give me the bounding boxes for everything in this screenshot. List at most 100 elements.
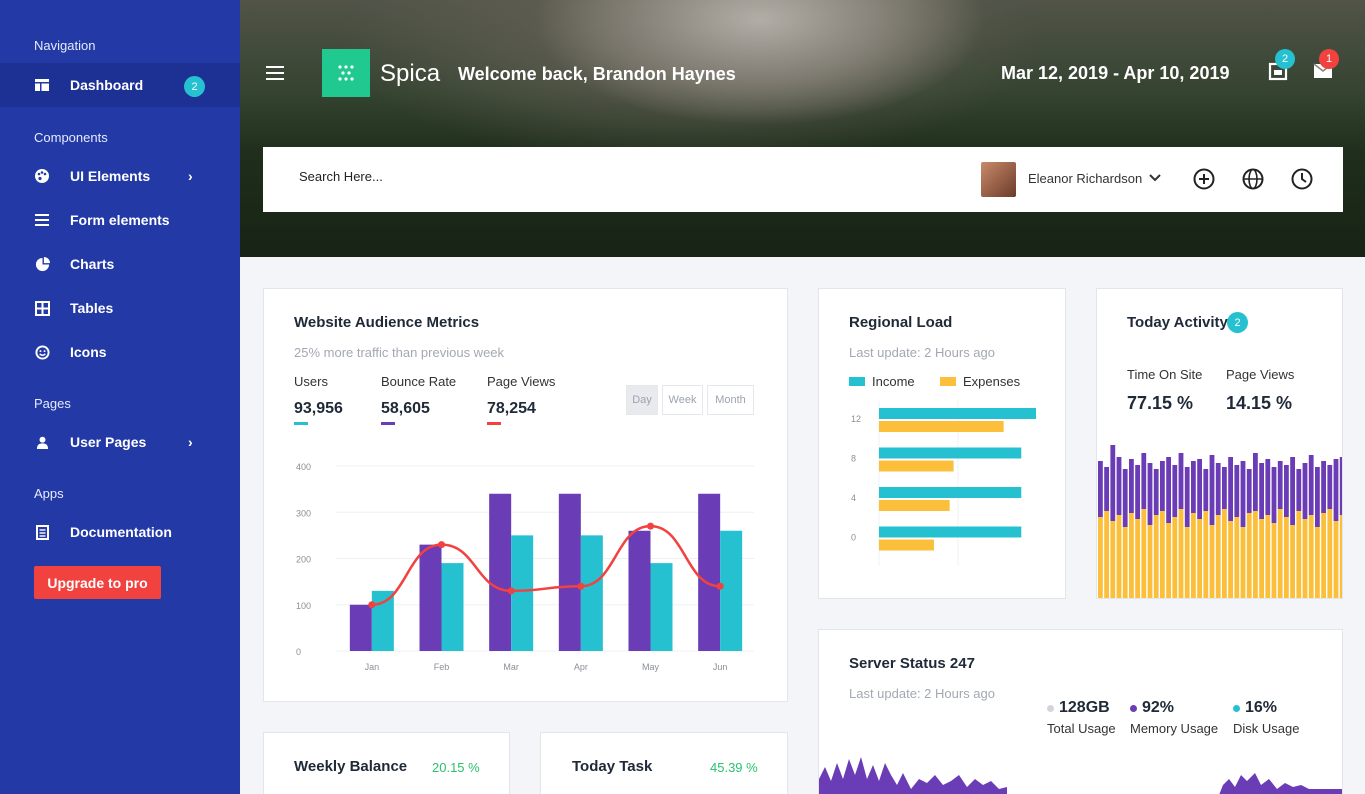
date-range[interactable]: Mar 12, 2019 - Apr 10, 2019: [1001, 63, 1229, 84]
y-tick-label: 100: [296, 601, 311, 611]
globe-icon[interactable]: [1242, 168, 1264, 190]
activity-bar-top: [1122, 469, 1128, 527]
activity-bar-bottom: [1197, 519, 1202, 598]
period-tab-month[interactable]: Month: [707, 385, 754, 415]
activity-bar-top: [1116, 457, 1122, 515]
sidebar-item-tables[interactable]: Tables: [0, 286, 240, 330]
line-point: [507, 587, 515, 595]
activity-bar-bottom: [1339, 515, 1342, 598]
bar-expenses: [879, 421, 1004, 432]
bar-series-2: [511, 535, 534, 651]
activity-bar-bottom: [1321, 513, 1326, 598]
brand-logo[interactable]: [322, 49, 370, 97]
welcome-message: Welcome back, Brandon Haynes: [458, 64, 736, 84]
activity-bar-top: [1197, 459, 1202, 519]
mail-badge: 1: [1319, 49, 1339, 69]
pie-chart-icon: [34, 256, 50, 272]
upgrade-button[interactable]: Upgrade to pro: [34, 566, 161, 599]
bar-expenses: [879, 539, 934, 551]
bar-series-1: [419, 544, 442, 651]
sidebar-item-label: Documentation: [70, 524, 172, 540]
apps-category-label: Apps: [34, 486, 64, 501]
activity-bar-bottom: [1178, 509, 1184, 598]
legend-label-income: Income: [872, 374, 915, 389]
activity-bar-bottom: [1246, 513, 1252, 598]
line-point: [716, 582, 724, 590]
activity-bar-top: [1222, 467, 1227, 509]
legend-label-expenses: Expenses: [963, 374, 1021, 389]
clock-icon[interactable]: [1291, 168, 1313, 190]
stat-value-total: 128GB: [1059, 699, 1110, 716]
sidebar-item-form-elements[interactable]: Form elements: [0, 198, 240, 242]
activity-bar-bottom: [1308, 515, 1314, 598]
activity-bar-top: [1271, 467, 1277, 523]
metric-label-bounce: Bounce Rate: [381, 374, 457, 389]
activity-bar-bottom: [1129, 513, 1134, 598]
activity-bar-bottom: [1296, 511, 1302, 598]
sidebar-item-dashboard[interactable]: Dashboard 2: [0, 63, 240, 107]
avatar[interactable]: [981, 162, 1016, 197]
period-tab-day[interactable]: Day: [626, 385, 658, 415]
period-tab-week[interactable]: Week: [662, 385, 703, 415]
sidebar-item-label: Dashboard: [70, 77, 144, 93]
bar-income: [879, 487, 1022, 498]
line-point: [368, 601, 376, 609]
bar-series-2: [441, 563, 464, 651]
activity-bar-top: [1315, 467, 1320, 527]
card-subtitle: Last update: 2 Hours ago: [849, 686, 995, 701]
activity-bar-top: [1141, 453, 1147, 509]
sidebar: Navigation Dashboard 2 Components UI Ele…: [0, 0, 240, 794]
activity-bar-top: [1296, 469, 1302, 511]
activity-bar-bottom: [1122, 527, 1128, 598]
weekly-percent: 20.15 %: [432, 760, 480, 775]
weekly-balance-card: Weekly Balance 20.15 %: [263, 732, 510, 794]
activity-bar-top: [1184, 467, 1190, 527]
search-input[interactable]: [299, 169, 599, 184]
y-tick-label: 12: [851, 414, 861, 424]
sidebar-item-user-pages[interactable]: User Pages ›: [0, 420, 240, 464]
card-subtitle: Last update: 2 Hours ago: [849, 345, 995, 360]
sidebar-item-documentation[interactable]: Documentation: [0, 510, 240, 554]
activity-bar-top: [1339, 457, 1342, 515]
chevron-down-icon[interactable]: [1149, 171, 1161, 185]
activity-bar-bottom: [1315, 527, 1320, 598]
sidebar-item-icons[interactable]: Icons: [0, 330, 240, 374]
nav-category-label: Navigation: [34, 38, 96, 53]
smiley-icon: [34, 344, 50, 360]
activity-bar-top: [1277, 461, 1283, 509]
activity-bar-bottom: [1184, 527, 1190, 598]
time-on-site-label: Time On Site: [1127, 367, 1203, 382]
activity-bar-bottom: [1222, 509, 1227, 598]
legend-swatch-income: [849, 377, 865, 386]
sidebar-item-ui-elements[interactable]: UI Elements ›: [0, 154, 240, 198]
activity-bar-bottom: [1240, 527, 1246, 598]
dashboard-icon: [34, 77, 50, 93]
bar-series-2: [720, 530, 743, 651]
user-icon: [34, 434, 50, 450]
menu-toggle-icon[interactable]: [266, 66, 284, 80]
add-circle-icon[interactable]: [1193, 168, 1215, 190]
activity-bar-top: [1129, 459, 1134, 513]
search-bar: Eleanor Richardson: [263, 147, 1343, 212]
page-views-label: Page Views: [1226, 367, 1295, 382]
metric-value-bounce: 58,605: [381, 400, 430, 417]
activity-bar-bottom: [1302, 519, 1308, 598]
activity-bar-top: [1153, 469, 1159, 515]
x-tick-label: Feb: [434, 662, 450, 672]
task-percent: 45.39 %: [710, 760, 758, 775]
activity-badge: 2: [1227, 312, 1248, 333]
sidebar-item-label: Icons: [70, 344, 107, 360]
sidebar-item-charts[interactable]: Charts: [0, 242, 240, 286]
y-tick-label: 300: [296, 508, 311, 518]
activity-bar-top: [1098, 461, 1103, 517]
activity-bar-bottom: [1253, 511, 1258, 598]
server-status-card: Server Status 247 Last update: 2 Hours a…: [818, 629, 1343, 794]
stat-label-disk: Disk Usage: [1233, 721, 1300, 736]
activity-bar-top: [1290, 457, 1295, 525]
y-tick-label: 4: [851, 493, 856, 503]
user-name[interactable]: Eleanor Richardson: [1028, 171, 1142, 186]
activity-bar-top: [1178, 453, 1184, 509]
sidebar-item-label: Tables: [70, 300, 114, 316]
activity-stacked-bars: [1098, 445, 1342, 598]
activity-bar-bottom: [1277, 509, 1283, 598]
